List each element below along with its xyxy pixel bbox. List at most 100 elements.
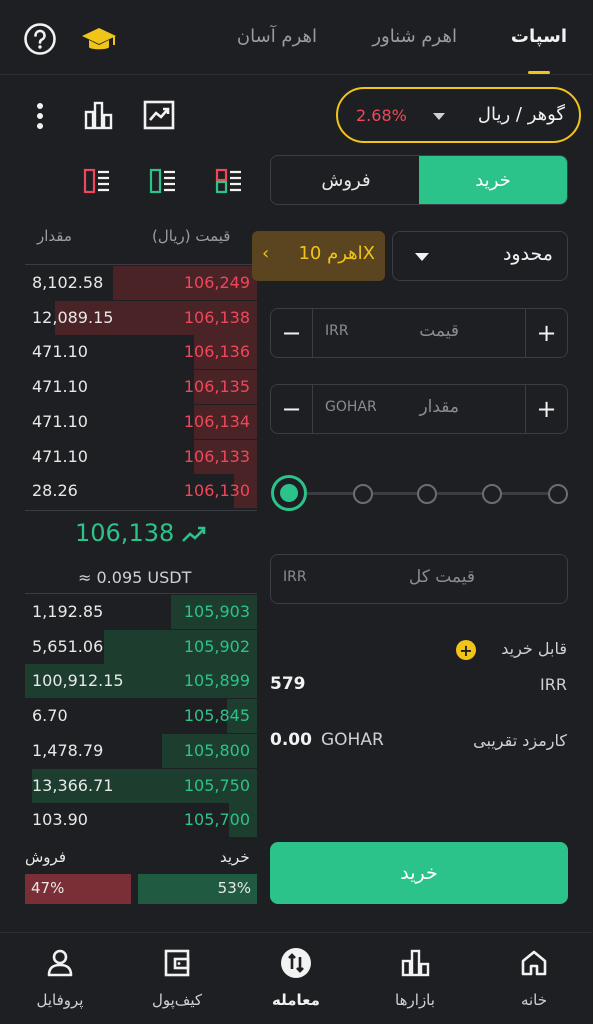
bid-row[interactable]: 13,366.71 105,750 [25,768,257,803]
help-icon[interactable] [23,22,57,56]
bid-quantity: 1,192.85 [32,602,104,621]
asks-bottom-divider [25,510,257,511]
bid-price: 105,750 [183,775,250,795]
amount-unit: GOHAR [325,399,377,415]
available-currency: IRR [540,675,567,694]
pair-name: گوهر / ریال [477,104,565,125]
bid-quantity: 13,366.71 [32,775,114,795]
nav-trade-label: معامله [272,991,320,1009]
nav-markets-label: بازارها [395,991,435,1009]
layout-bids-icon[interactable] [149,168,177,194]
ask-price: 106,136 [183,342,250,362]
buy-ratio-value: 53% [217,879,251,897]
trend-up-icon [181,525,207,543]
nav-home[interactable]: خانه [484,947,584,1009]
leverage-label: اهرم 10X [298,243,375,264]
total-unit: IRR [283,569,307,585]
bottom-nav: خانه بازارها معامله کیف‌پول پروفایل [0,932,593,1024]
amount-input[interactable]: مقدار [419,397,459,417]
slider-handle[interactable] [271,475,307,511]
amount-increment-button[interactable]: + [525,385,567,433]
ask-quantity: 12,089.15 [32,307,114,327]
layout-both-icon[interactable] [83,168,111,194]
tab-floating-leverage[interactable]: اهرم شناور [372,26,457,47]
bid-quantity: 100,912.15 [32,671,124,691]
ask-row[interactable]: 471.10 106,133 [25,439,257,474]
nav-wallet[interactable]: کیف‌پول [127,947,227,1009]
chevron-down-icon [415,253,429,261]
wallet-icon [161,947,193,979]
more-icon[interactable] [30,100,50,132]
ask-quantity: 471.10 [32,446,88,466]
ask-quantity: 471.10 [32,377,88,397]
ask-price: 106,133 [183,446,250,466]
slider-step-25[interactable] [353,484,373,504]
layout-asks-icon[interactable] [215,168,243,194]
tab-easy-leverage[interactable]: اهرم آسان [237,26,317,47]
bid-quantity: 103.90 [32,810,88,830]
amount-decrement-button[interactable]: − [271,385,313,433]
slider-step-100[interactable] [548,484,568,504]
order-type-value: محدود [502,243,553,265]
price-input[interactable]: قیمت [419,321,459,341]
bid-row[interactable]: 100,912.15 105,899 [25,664,257,699]
orderbook-header-amount: مقدار [37,227,72,245]
bid-price: 105,902 [183,636,250,656]
fee-currency: GOHAR [321,730,384,750]
ask-price: 106,135 [183,377,250,397]
bid-row[interactable]: 1,192.85 105,903 [25,595,257,629]
bid-row[interactable]: 103.90 105,700 [25,803,257,838]
ask-price: 106,138 [183,307,250,327]
nav-markets[interactable]: بازارها [365,947,465,1009]
ask-row[interactable]: 471.10 106,134 [25,404,257,439]
ask-row[interactable]: 12,089.15 106,138 [25,300,257,335]
bid-quantity: 5,651.06 [32,636,104,656]
ask-price: 106,130 [183,481,250,501]
bid-price: 105,800 [183,740,250,760]
sell-ratio-bar: 47% [25,874,131,904]
bid-row[interactable]: 1,478.79 105,800 [25,733,257,768]
nav-profile-label: پروفایل [36,991,84,1009]
nav-trade[interactable]: معامله [246,947,346,1009]
leverage-badge[interactable]: اهرم 10X ‹ [252,231,385,281]
bids-top-divider [25,593,257,594]
order-type-select[interactable]: محدود [392,231,568,281]
available-label: قابل خرید [501,639,567,658]
pair-selector[interactable]: گوهر / ریال 2.68% [336,87,581,143]
price-increment-button[interactable]: + [525,309,567,357]
ask-quantity: 471.10 [32,411,88,431]
toggle-buy-button[interactable]: خرید [419,156,567,204]
orderbook-top-divider [25,264,257,265]
depth-chart-icon[interactable] [82,99,116,131]
amount-stepper: − GOHAR مقدار + [270,384,568,434]
markets-icon [399,947,431,979]
fee-value: 0.00 [270,730,312,750]
tab-spot[interactable]: اسپات [511,26,567,47]
ask-row[interactable]: 471.10 106,136 [25,335,257,370]
bid-quantity: 1,478.79 [32,740,104,760]
bid-row[interactable]: 6.70 105,845 [25,699,257,734]
add-funds-icon[interactable]: + [456,640,476,660]
ask-row[interactable]: 8,102.58 106,249 [25,266,257,300]
price-decrement-button[interactable]: − [271,309,313,357]
total-input[interactable]: IRR قیمت کل [270,554,568,604]
sell-ratio-label: فروش [25,848,67,866]
chevron-down-icon [433,113,445,120]
toggle-sell-button[interactable]: فروش [271,156,421,204]
line-chart-icon[interactable] [143,100,175,130]
academy-icon[interactable] [80,22,118,56]
submit-buy-button[interactable]: خرید [270,842,568,904]
pair-change-percent: 2.68% [356,106,407,125]
ask-row[interactable]: 471.10 106,135 [25,370,257,405]
slider-step-75[interactable] [482,484,502,504]
price-unit: IRR [325,323,349,339]
buy-ratio-label: خرید [220,848,250,866]
bid-quantity: 6.70 [32,706,68,726]
slider-step-50[interactable] [417,484,437,504]
bid-row[interactable]: 5,651.06 105,902 [25,629,257,664]
ask-row[interactable]: 28.26 106,130 [25,474,257,509]
last-price: 106,138 [75,519,175,547]
nav-profile[interactable]: پروفایل [10,947,110,1009]
profile-icon [44,947,76,979]
bid-price: 105,903 [183,602,250,621]
